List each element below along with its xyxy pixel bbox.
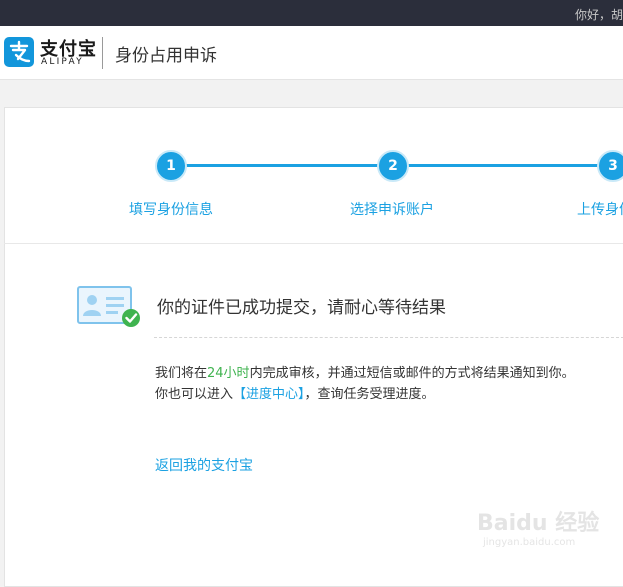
step-3-label: 上传身份	[577, 202, 623, 218]
header-divider	[102, 37, 103, 69]
header: 支付宝 ALIPAY 身份占用申诉	[0, 26, 623, 80]
top-bar: 你好，胡	[0, 0, 623, 26]
message-text: 我们将在	[155, 366, 208, 381]
step-2-circle: 2	[377, 150, 409, 182]
step-connector-2-3	[407, 164, 607, 167]
step-3-circle: 3	[597, 150, 623, 182]
page-title: 身份占用申诉	[115, 46, 217, 66]
step-2-label: 选择申诉账户	[350, 202, 434, 218]
watermark-title: Baidu 经验	[477, 511, 600, 536]
back-to-alipay-link[interactable]: 返回我的支付宝	[155, 455, 253, 475]
message-text: ，查询任务受理进度。	[304, 387, 435, 402]
step-1-circle: 1	[155, 150, 187, 182]
review-time-highlight: 24小时	[207, 366, 250, 381]
alipay-logo-subtext: ALIPAY	[41, 57, 84, 67]
steps-divider	[4, 243, 623, 244]
result-message-line-1: 我们将在24小时内完成审核，并通过短信或邮件的方式将结果通知到你。	[155, 362, 575, 381]
result-title: 你的证件已成功提交，请耐心等待结果	[157, 298, 446, 318]
watermark-url: jingyan.baidu.com	[483, 537, 576, 548]
alipay-logo-icon[interactable]	[4, 37, 34, 67]
step-connector-1-2	[185, 164, 381, 167]
result-divider	[154, 337, 623, 338]
watermark: Baidu 经验 jingyan.baidu.com	[477, 505, 599, 548]
message-text: 内完成审核，并通过短信或邮件的方式将结果通知到你。	[249, 366, 575, 381]
id-card-success-icon	[77, 286, 140, 327]
message-text: 你也可以进入	[155, 387, 234, 402]
result-message-line-2: 你也可以进入【进度中心】，查询任务受理进度。	[155, 383, 435, 402]
progress-center-link[interactable]: 【进度中心】	[233, 387, 305, 402]
step-1-label: 填写身份信息	[129, 202, 213, 218]
user-greeting[interactable]: 你好，胡	[575, 6, 623, 23]
